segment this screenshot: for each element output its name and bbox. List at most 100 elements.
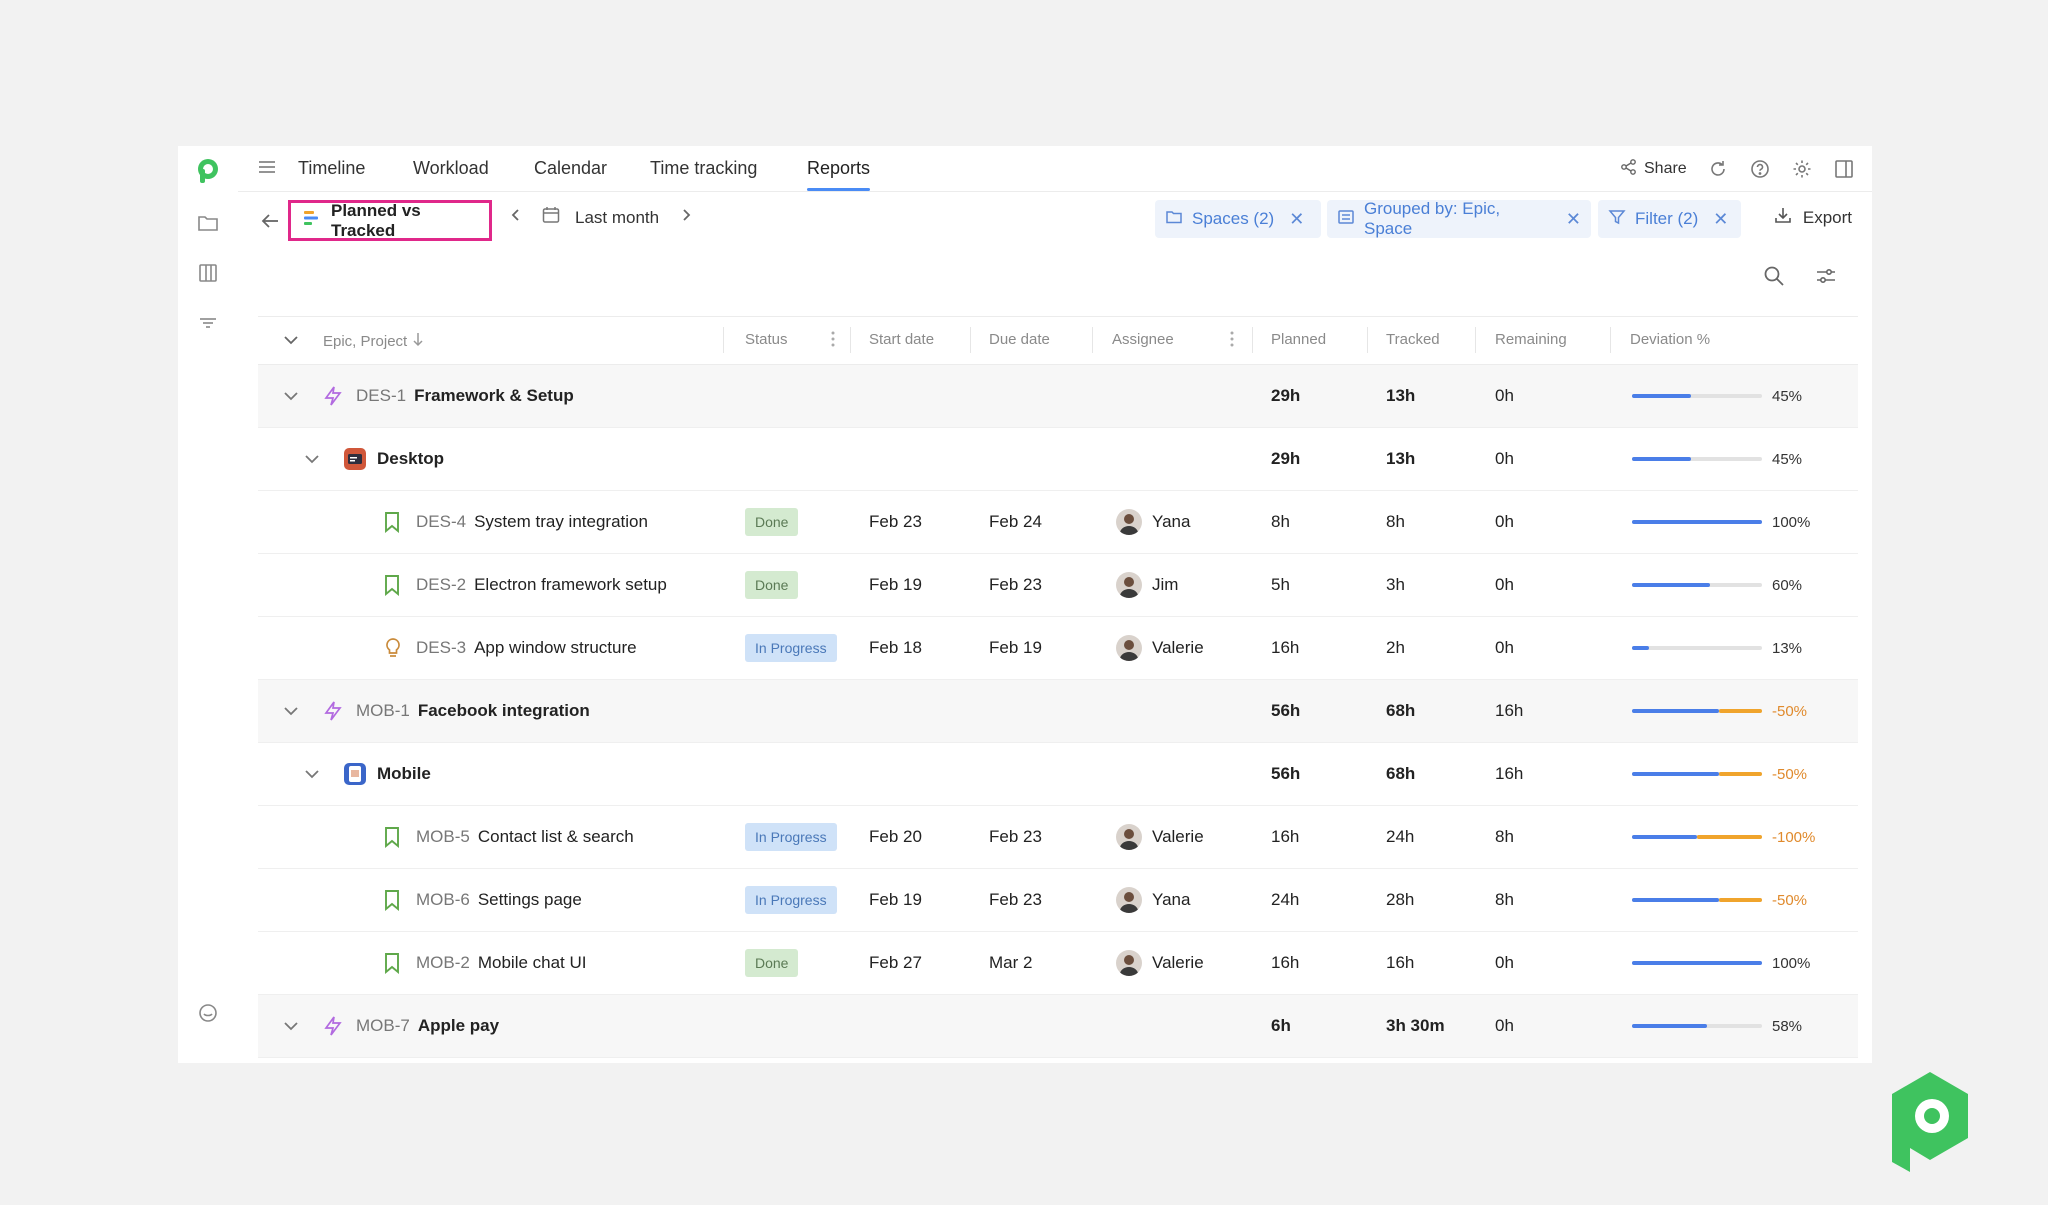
task-key: MOB-2: [416, 953, 470, 972]
top-nav: Timeline Workload Calendar Time tracking…: [238, 146, 1872, 192]
task-row[interactable]: MOB-2 Mobile chat UI Done Feb 27 Mar 2 Valeri…: [258, 932, 1858, 995]
task-title[interactable]: System tray integration: [474, 512, 648, 532]
panel-toggle-icon[interactable]: [1833, 157, 1855, 181]
col-tracked[interactable]: Tracked: [1386, 331, 1440, 348]
share-label: Share: [1644, 160, 1687, 177]
due-date: Feb 23: [989, 890, 1042, 909]
status-badge[interactable]: In Progress: [745, 634, 837, 662]
tab-time-tracking[interactable]: Time tracking: [650, 154, 757, 191]
calendar-icon[interactable]: [541, 205, 561, 230]
assignee-name[interactable]: Valerie: [1152, 953, 1204, 973]
assignee-name[interactable]: Yana: [1152, 512, 1190, 532]
col-deviation[interactable]: Deviation %: [1630, 331, 1710, 348]
share-button[interactable]: Share: [1620, 157, 1687, 181]
space-row[interactable]: Mobile 56h 68h 16h -50%: [258, 743, 1858, 806]
deviation-cell: 13%: [1632, 617, 1802, 679]
deviation-bar: [1632, 583, 1762, 587]
tracked-value: 16h: [1386, 953, 1415, 972]
assignee-name[interactable]: Jim: [1152, 575, 1178, 595]
epic-row[interactable]: MOB-1 Facebook integration 56h 68h 16h -50%: [258, 680, 1858, 743]
task-row[interactable]: DES-4 System tray integration Done Feb 23 Fe…: [258, 491, 1858, 554]
kebab-icon[interactable]: [829, 329, 837, 353]
col-name[interactable]: Epic, Project: [323, 331, 425, 351]
task-row[interactable]: DES-3 App window structure In Progress Feb …: [258, 617, 1858, 680]
spaces-chip[interactable]: Spaces (2) ✕: [1155, 200, 1321, 238]
brand-logo-icon[interactable]: [191, 154, 225, 188]
kebab-icon[interactable]: [1228, 329, 1236, 353]
space-row[interactable]: Desktop 29h 13h 0h 45%: [258, 428, 1858, 491]
epic-row[interactable]: DES-1 Framework & Setup 29h 13h 0h 45%: [258, 365, 1858, 428]
refresh-icon[interactable]: [1707, 157, 1729, 181]
prev-period-icon[interactable]: [509, 207, 523, 228]
deviation-bar-fill: [1632, 898, 1720, 902]
export-button[interactable]: Export: [1773, 205, 1852, 230]
task-title[interactable]: Settings page: [478, 890, 582, 910]
task-title[interactable]: Electron framework setup: [474, 575, 667, 595]
tab-calendar[interactable]: Calendar: [534, 154, 607, 191]
assignee-name[interactable]: Valerie: [1152, 827, 1204, 847]
start-date: Feb 27: [869, 953, 922, 972]
deviation-bar-overrun: [1697, 835, 1762, 839]
folder-icon[interactable]: [191, 206, 225, 240]
epic-row[interactable]: MOB-7 Apple pay 6h 3h 30m 0h 58%: [258, 995, 1858, 1058]
col-remaining[interactable]: Remaining: [1495, 331, 1567, 348]
status-badge[interactable]: Done: [745, 508, 799, 536]
close-icon[interactable]: ✕: [1289, 209, 1304, 230]
tracked-value: 68h: [1386, 764, 1416, 783]
col-assignee[interactable]: Assignee: [1112, 331, 1174, 348]
close-icon[interactable]: ✕: [1566, 209, 1581, 230]
col-planned[interactable]: Planned: [1271, 331, 1326, 348]
settings-sliders-icon[interactable]: [1814, 264, 1838, 293]
task-row[interactable]: MOB-6 Settings page In Progress Feb 19 Feb 2…: [258, 869, 1858, 932]
back-arrow-icon[interactable]: [258, 209, 282, 233]
close-icon[interactable]: ✕: [1713, 209, 1728, 230]
assignee-name[interactable]: Yana: [1152, 890, 1190, 910]
tracked-value: 8h: [1386, 512, 1405, 531]
column-divider: [1092, 327, 1093, 353]
next-period-icon[interactable]: [679, 207, 693, 228]
search-icon[interactable]: [1762, 264, 1786, 293]
help-icon[interactable]: [1749, 157, 1771, 181]
gear-icon[interactable]: [1791, 157, 1813, 181]
task-row[interactable]: DES-2 Electron framework setup Done Feb 19 F…: [258, 554, 1858, 617]
task-row[interactable]: MOB-5 Contact list & search In Progress Feb…: [258, 806, 1858, 869]
space-title[interactable]: Mobile: [377, 764, 431, 784]
task-title[interactable]: Mobile chat UI: [478, 953, 587, 973]
epic-title[interactable]: Facebook integration: [418, 701, 590, 721]
chevron-down-icon[interactable]: [303, 743, 321, 805]
status-badge[interactable]: Done: [745, 571, 799, 599]
status-badge[interactable]: Done: [745, 949, 799, 977]
tab-timeline[interactable]: Timeline: [298, 154, 365, 191]
assignee-name[interactable]: Valerie: [1152, 638, 1204, 658]
deviation-bar: [1632, 394, 1762, 398]
epic-title[interactable]: Framework & Setup: [414, 386, 574, 406]
chevron-down-icon[interactable]: [282, 680, 300, 742]
status-badge[interactable]: In Progress: [745, 823, 837, 851]
report-selector[interactable]: Planned vs Tracked: [288, 200, 492, 241]
col-status[interactable]: Status: [745, 331, 788, 348]
epic-title[interactable]: Apple pay: [418, 1016, 499, 1036]
space-title[interactable]: Desktop: [377, 449, 444, 469]
deviation-bar-overrun: [1719, 898, 1762, 902]
tab-workload[interactable]: Workload: [413, 154, 489, 191]
filter-lines-icon[interactable]: [191, 306, 225, 340]
deviation-cell: 100%: [1632, 932, 1810, 994]
menu-icon[interactable]: [256, 156, 278, 178]
planned-value: 56h: [1271, 764, 1301, 783]
chat-icon[interactable]: [191, 996, 225, 1030]
board-icon[interactable]: [191, 256, 225, 290]
chevron-down-icon[interactable]: [282, 995, 300, 1057]
task-title[interactable]: App window structure: [474, 638, 637, 658]
due-date: Feb 19: [989, 638, 1042, 657]
period-label[interactable]: Last month: [575, 208, 659, 228]
col-due[interactable]: Due date: [989, 331, 1050, 348]
tab-reports[interactable]: Reports: [807, 154, 871, 191]
collapse-all-icon[interactable]: [282, 331, 300, 353]
chevron-down-icon[interactable]: [303, 428, 321, 490]
group-chip[interactable]: Grouped by: Epic, Space ✕: [1327, 199, 1591, 238]
col-start[interactable]: Start date: [869, 331, 934, 348]
filter-chip[interactable]: Filter (2) ✕: [1598, 200, 1741, 238]
chevron-down-icon[interactable]: [282, 365, 300, 427]
task-title[interactable]: Contact list & search: [478, 827, 634, 847]
status-badge[interactable]: In Progress: [745, 886, 837, 914]
